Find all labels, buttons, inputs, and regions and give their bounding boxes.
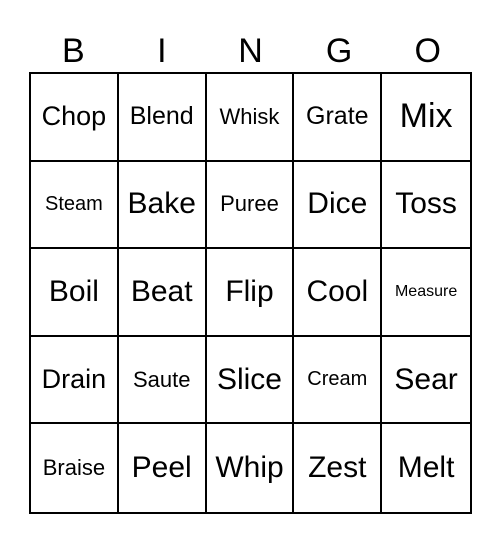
header-letter-i: I (157, 32, 167, 70)
bingo-cell[interactable]: Grate (294, 74, 383, 162)
bingo-cell[interactable]: Cool (294, 249, 383, 337)
bingo-cell[interactable]: Flip (206, 249, 295, 337)
bingo-cell[interactable]: Sear (382, 337, 470, 425)
bingo-cell[interactable]: Toss (382, 162, 470, 250)
bingo-cell[interactable]: Whisk (206, 74, 295, 162)
bingo-cell[interactable]: Boil (31, 249, 119, 337)
bingo-cell[interactable]: Zest (294, 424, 383, 512)
bingo-cell[interactable]: Drain (31, 336, 119, 425)
header-letter-n: N (238, 32, 263, 70)
bingo-cell[interactable]: Dice (294, 161, 383, 250)
bingo-grid: Chop Blend Whisk Grate Mix Steam Bake Puree Dice… (29, 72, 472, 514)
bingo-cell[interactable]: Chop (31, 74, 119, 162)
bingo-cell[interactable]: Braise (31, 424, 119, 512)
bingo-cell[interactable]: Slice (206, 336, 295, 425)
bingo-cell[interactable]: Bake (118, 161, 207, 250)
header-letter-b: B (61, 32, 85, 70)
bingo-cell[interactable]: Whip (207, 424, 295, 512)
bingo-cell[interactable]: Melt (382, 424, 470, 512)
bingo-cell[interactable]: Mix (382, 74, 470, 162)
header-letter-g: G (325, 32, 353, 70)
bingo-cell[interactable]: Peel (119, 424, 207, 512)
bingo-cell[interactable]: Measure (382, 249, 470, 337)
bingo-cell[interactable]: Beat (118, 249, 207, 337)
bingo-cell[interactable]: Saute (118, 336, 207, 425)
bingo-cell[interactable]: Blend (118, 74, 207, 162)
header-letter-o: O (414, 32, 441, 70)
bingo-cell[interactable]: Steam (31, 161, 119, 250)
bingo-cell[interactable]: Cream (294, 336, 383, 425)
bingo-cell[interactable]: Puree (206, 161, 295, 250)
bingo-header: B I N G O (29, 30, 472, 72)
